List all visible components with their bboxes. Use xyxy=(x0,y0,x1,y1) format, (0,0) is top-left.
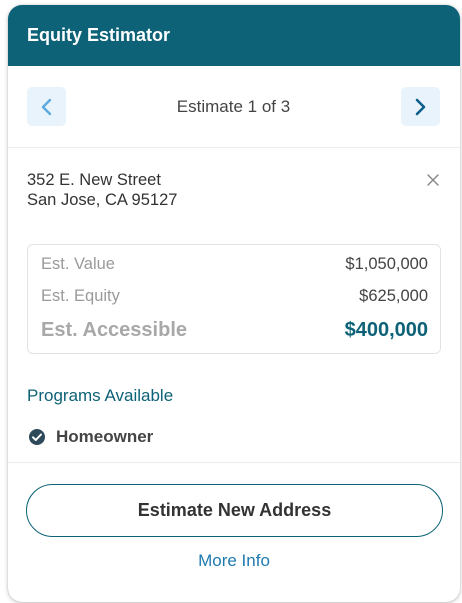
address-block: 352 E. New Street San Jose, CA 95127 xyxy=(8,148,460,244)
est-equity-label: Est. Equity xyxy=(41,287,120,305)
next-estimate-button[interactable] xyxy=(400,87,440,126)
est-equity-amount: $625,000 xyxy=(359,287,428,305)
estimate-summary: Est. Value $1,050,000 Est. Equity $625,0… xyxy=(27,244,441,354)
check-circle-icon xyxy=(29,429,45,445)
est-value-label: Est. Value xyxy=(41,255,115,273)
more-info-link[interactable]: More Info xyxy=(8,551,460,571)
card-title: Equity Estimator xyxy=(27,25,171,45)
est-value-amount: $1,050,000 xyxy=(345,255,428,273)
estimate-row-equity: Est. Equity $625,000 xyxy=(41,287,428,319)
programs-title: Programs Available xyxy=(27,386,174,405)
address-line-1: 352 E. New Street xyxy=(27,171,161,189)
chevron-left-icon xyxy=(41,98,51,115)
estimate-new-address-button[interactable]: Estimate New Address xyxy=(26,484,443,537)
program-label: Homeowner xyxy=(56,427,154,446)
estimate-pager: Estimate 1 of 3 xyxy=(8,66,460,148)
divider xyxy=(8,462,460,463)
equity-estimator-card: Equity Estimator Estimate 1 of 3 352 E. … xyxy=(8,5,460,602)
chevron-right-icon xyxy=(416,98,426,115)
address-line-2: San Jose, CA 95127 xyxy=(27,191,178,209)
estimate-position-label: Estimate 1 of 3 xyxy=(176,96,291,116)
est-accessible-amount: $400,000 xyxy=(344,319,428,341)
close-icon[interactable] xyxy=(425,172,441,188)
estimate-row-accessible: Est. Accessible $400,000 xyxy=(41,319,428,351)
card-header: Equity Estimator xyxy=(8,5,460,66)
previous-estimate-button[interactable] xyxy=(27,87,66,126)
est-accessible-label: Est. Accessible xyxy=(41,319,188,341)
estimate-row-value: Est. Value $1,050,000 xyxy=(41,255,428,287)
program-item: Homeowner xyxy=(28,426,460,448)
